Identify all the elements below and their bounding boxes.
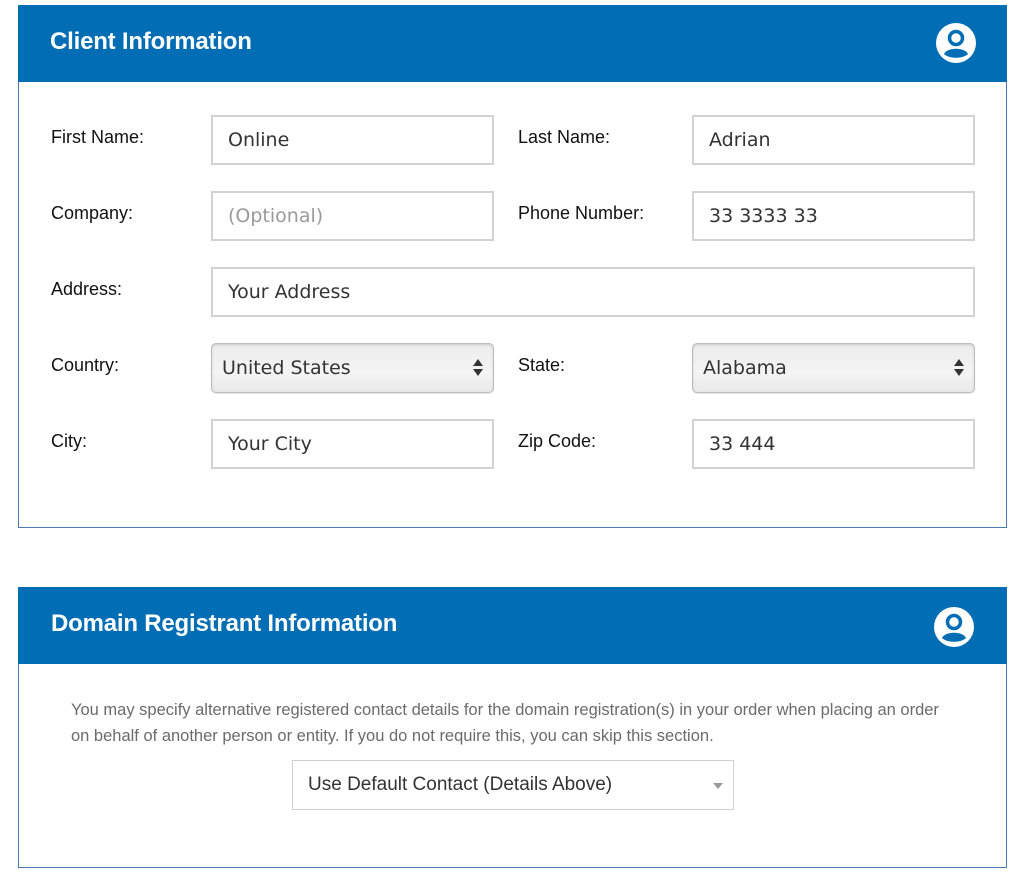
phone-number-label: Phone Number: bbox=[518, 203, 645, 223]
state-select-value: Alabama bbox=[703, 357, 787, 379]
address-label: Address: bbox=[51, 279, 123, 299]
client-information-header: Client Information bbox=[18, 5, 1007, 82]
caret-down-icon bbox=[713, 783, 723, 789]
city-input[interactable]: Your City bbox=[211, 419, 494, 469]
domain-registrant-title: Domain Registrant Information bbox=[51, 610, 398, 637]
city-label: City: bbox=[51, 431, 87, 451]
domain-registrant-header: Domain Registrant Information bbox=[18, 587, 1007, 664]
user-circle-icon bbox=[936, 23, 976, 63]
client-information-title: Client Information bbox=[50, 28, 252, 55]
registrant-description: You may specify alternative registered c… bbox=[71, 701, 939, 745]
company-input[interactable]: (Optional) bbox=[211, 191, 494, 241]
last-name-input[interactable]: Adrian bbox=[692, 115, 975, 165]
phone-number-input[interactable]: 33 3333 33 bbox=[692, 191, 975, 241]
company-label: Company: bbox=[51, 203, 134, 223]
first-name-input[interactable]: Online bbox=[211, 115, 494, 165]
country-select-value: United States bbox=[222, 357, 351, 379]
registrant-contact-select-value: Use Default Contact (Details Above) bbox=[308, 774, 613, 795]
country-select[interactable]: United States bbox=[211, 343, 494, 393]
up-down-arrows-icon bbox=[954, 359, 964, 377]
last-name-label: Last Name: bbox=[518, 127, 611, 147]
up-down-arrows-icon bbox=[473, 359, 483, 377]
user-circle-icon bbox=[934, 607, 974, 647]
zip-code-input[interactable]: 33 444 bbox=[692, 419, 975, 469]
zip-code-label: Zip Code: bbox=[518, 431, 597, 451]
first-name-label: First Name: bbox=[51, 127, 145, 147]
state-select[interactable]: Alabama bbox=[692, 343, 975, 393]
state-label: State: bbox=[518, 355, 566, 375]
country-label: Country: bbox=[51, 355, 120, 375]
address-input[interactable]: Your Address bbox=[211, 267, 975, 317]
registrant-contact-select[interactable]: Use Default Contact (Details Above) bbox=[292, 760, 734, 810]
